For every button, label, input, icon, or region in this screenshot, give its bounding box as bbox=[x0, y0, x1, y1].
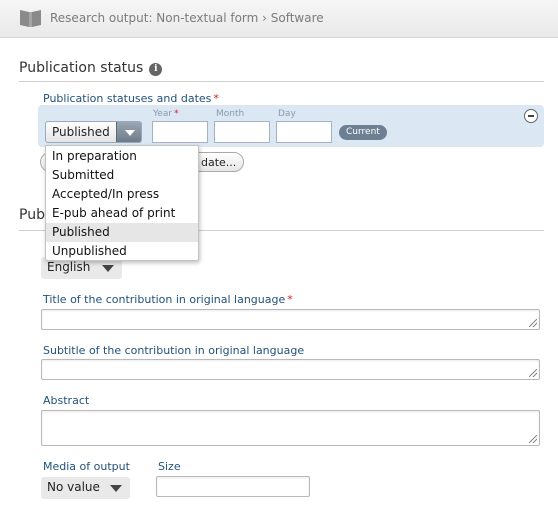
chevron-down-icon bbox=[110, 485, 122, 492]
resize-handle-icon[interactable] bbox=[529, 369, 537, 377]
year-label-text: Year bbox=[153, 109, 173, 119]
abstract-label: Abstract bbox=[43, 394, 90, 407]
book-icon bbox=[20, 10, 41, 27]
dropdown-option-unpublished[interactable]: Unpublished bbox=[46, 242, 198, 261]
dropdown-option-published[interactable]: Published bbox=[46, 223, 198, 242]
resize-handle-icon[interactable] bbox=[529, 435, 537, 443]
month-input[interactable] bbox=[214, 121, 270, 143]
status-select-value: Published bbox=[52, 125, 110, 139]
section-divider bbox=[19, 81, 544, 82]
publication-status-heading: Publication status i bbox=[19, 60, 163, 76]
publication-status-title: Publication status bbox=[19, 60, 144, 76]
status-select[interactable]: Published bbox=[45, 121, 142, 143]
info-icon[interactable]: i bbox=[149, 63, 163, 76]
current-badge: Current bbox=[339, 125, 387, 140]
subtitle-input[interactable] bbox=[41, 359, 540, 380]
dropdown-option-submitted[interactable]: Submitted bbox=[46, 166, 198, 185]
chevron-down-icon[interactable] bbox=[116, 122, 141, 142]
year-label: Year * bbox=[153, 109, 179, 119]
year-input[interactable] bbox=[152, 121, 208, 143]
required-marker: * bbox=[287, 293, 293, 306]
publication-statuses-label: Publication statuses and dates * bbox=[43, 92, 219, 105]
title-label-text: Title of the contribution in original la… bbox=[43, 293, 286, 306]
size-label: Size bbox=[158, 460, 181, 473]
media-select-value: No value bbox=[47, 480, 100, 494]
month-label: Month bbox=[216, 109, 245, 119]
dropdown-option-in-preparation[interactable]: In preparation bbox=[46, 147, 198, 166]
breadcrumb: Research output: Non-textual form › Soft… bbox=[50, 11, 324, 25]
title-input[interactable] bbox=[41, 309, 540, 330]
statuses-label-text: Publication statuses and dates bbox=[43, 92, 212, 105]
subtitle-label: Subtitle of the contribution in original… bbox=[43, 344, 305, 357]
language-select-value: English bbox=[47, 260, 91, 274]
top-bar: Research output: Non-textual form › Soft… bbox=[0, 0, 558, 38]
required-marker: * bbox=[213, 92, 219, 105]
chevron-down-icon bbox=[102, 265, 114, 272]
day-input[interactable] bbox=[276, 121, 332, 143]
media-label: Media of output bbox=[43, 460, 130, 473]
dropdown-option-epub[interactable]: E-pub ahead of print bbox=[46, 204, 198, 223]
size-input[interactable] bbox=[156, 476, 310, 497]
title-label: Title of the contribution in original la… bbox=[43, 293, 293, 306]
status-dropdown-menu: In preparation Submitted Accepted/In pre… bbox=[45, 145, 199, 261]
media-select[interactable]: No value bbox=[41, 477, 130, 499]
remove-status-icon[interactable] bbox=[524, 109, 538, 123]
required-marker: * bbox=[174, 109, 179, 119]
day-label: Day bbox=[278, 109, 296, 119]
abstract-input[interactable] bbox=[41, 410, 540, 446]
add-date-button-label: date... bbox=[201, 156, 237, 169]
resize-handle-icon[interactable] bbox=[529, 319, 537, 327]
dropdown-option-accepted[interactable]: Accepted/In press bbox=[46, 185, 198, 204]
